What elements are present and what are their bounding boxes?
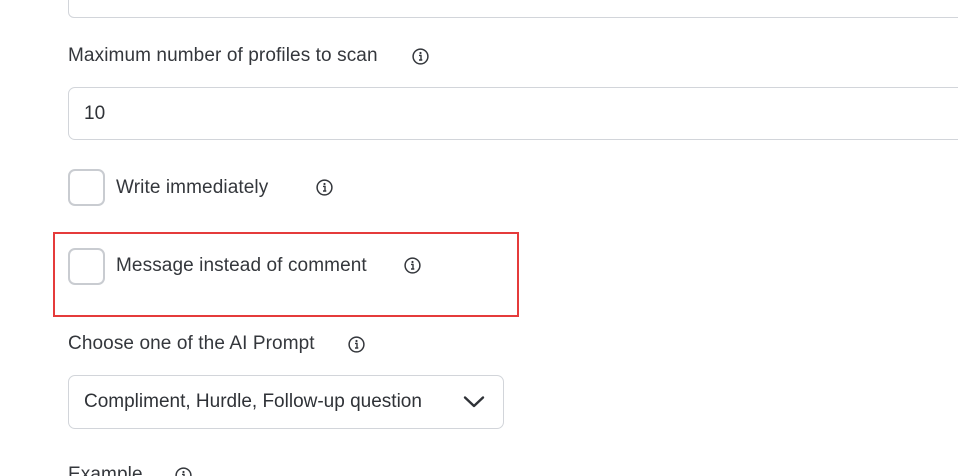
message-instead-label: Message instead of comment	[116, 255, 367, 276]
write-immediately-label: Write immediately	[116, 177, 269, 198]
info-circle-icon[interactable]	[316, 179, 333, 196]
chevron-down-icon	[463, 395, 485, 409]
info-circle-icon[interactable]	[412, 48, 429, 65]
write-immediately-checkbox[interactable]	[68, 169, 105, 206]
max-profiles-value: 10	[84, 102, 106, 124]
previous-input-field[interactable]	[68, 0, 958, 18]
max-profiles-label: Maximum number of profiles to scan	[68, 45, 378, 66]
info-circle-icon[interactable]	[348, 336, 365, 353]
example-label: Example	[68, 464, 143, 476]
max-profiles-input[interactable]: 10	[68, 87, 958, 140]
ai-prompt-selected-value: Compliment, Hurdle, Follow-up question	[84, 391, 422, 412]
settings-form: Maximum number of profiles to scan 10 Wr…	[0, 0, 958, 476]
info-circle-icon[interactable]	[404, 257, 421, 274]
message-instead-checkbox[interactable]	[68, 248, 105, 285]
ai-prompt-select[interactable]: Compliment, Hurdle, Follow-up question	[68, 375, 504, 429]
info-circle-icon[interactable]	[175, 467, 192, 476]
ai-prompt-label: Choose one of the AI Prompt	[68, 333, 315, 354]
